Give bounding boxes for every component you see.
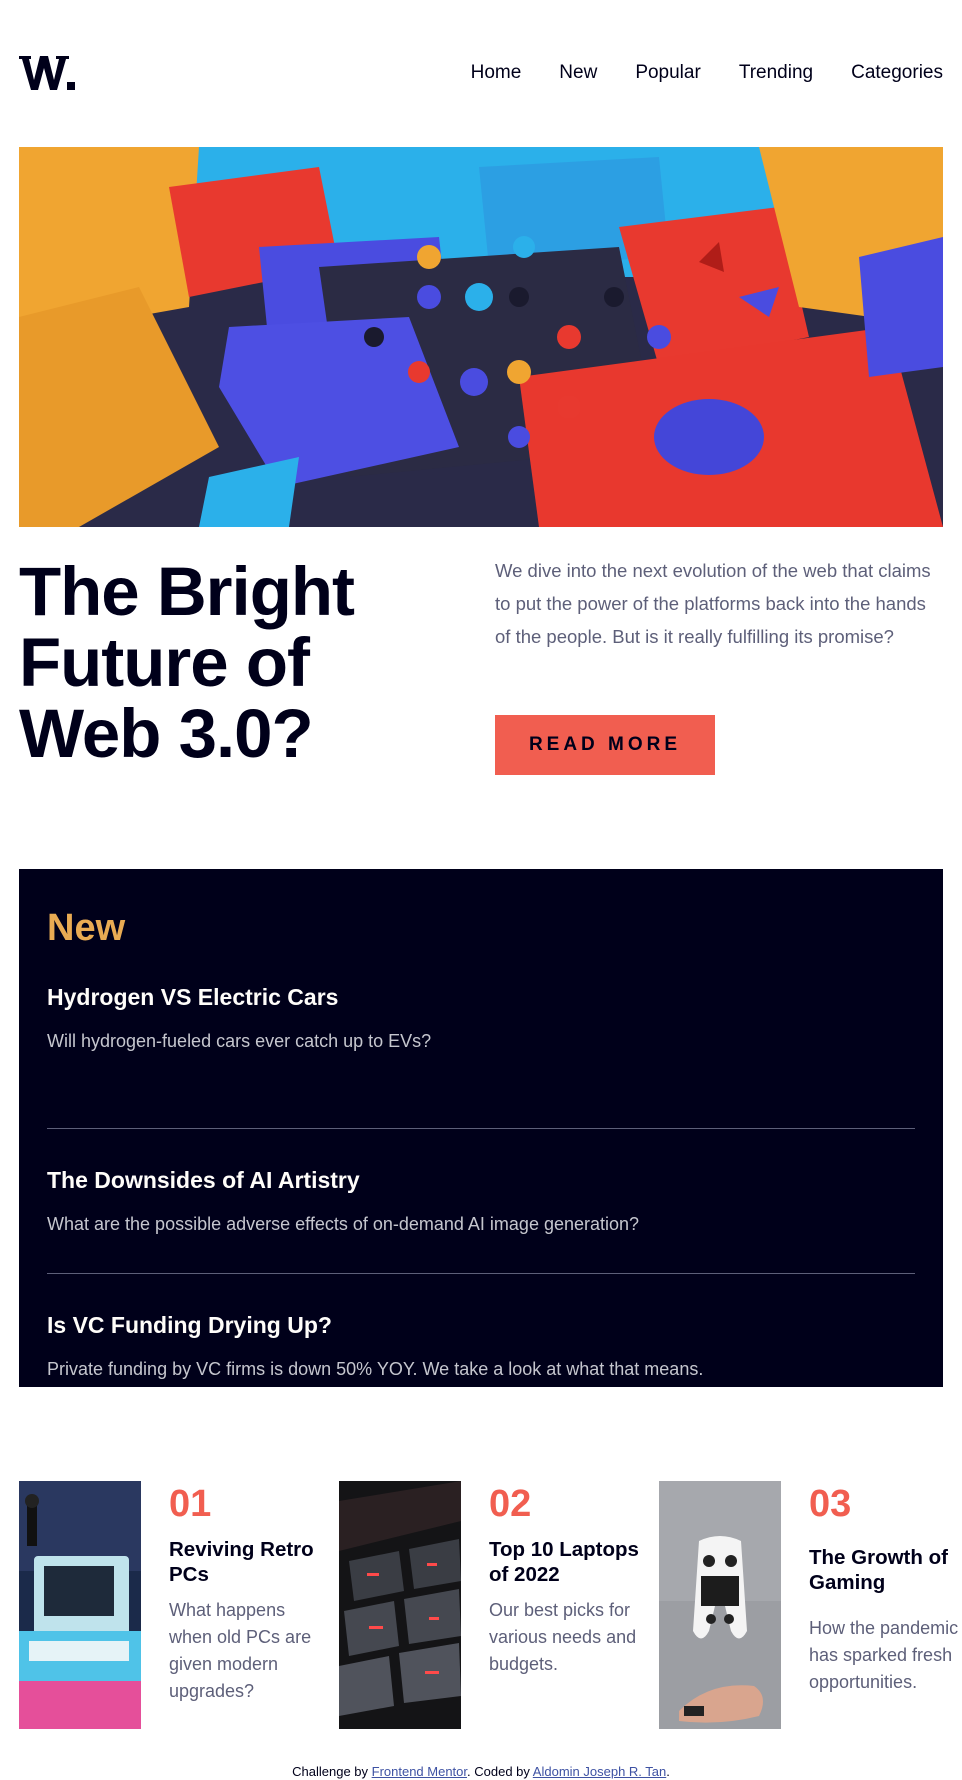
card-title[interactable]: Top 10 Laptops of 2022 [489,1537,639,1587]
site-header: Home New Popular Trending Categories [19,44,943,104]
card-title[interactable]: The Growth of Gaming [809,1545,959,1595]
new-item-description: Will hydrogen-fueled cars ever catch up … [47,1031,432,1051]
card: 01 Reviving Retro PCs What happens when … [19,1481,319,1729]
author-link[interactable]: Aldomin Joseph R. Tan [533,1764,666,1779]
new-item-description: What are the possible adverse effects of… [47,1214,640,1234]
card: 03 The Growth of Gaming How the pandemic… [659,1481,959,1729]
new-item: The Downsides of AI Artistry What are th… [47,1129,915,1274]
new-panel: New Hydrogen VS Electric Cars Will hydro… [19,869,943,1387]
new-item: Hydrogen VS Electric Cars Will hydrogen-… [47,984,915,1129]
attribution-footer: Challenge by Frontend Mentor. Coded by A… [0,1764,962,1779]
logo-icon[interactable] [19,52,77,92]
card-title[interactable]: Reviving Retro PCs [169,1537,319,1587]
read-more-button[interactable]: READ MORE [495,715,715,775]
card-description: What happens when old PCs are given mode… [169,1600,312,1701]
new-item-title[interactable]: Is VC Funding Drying Up? [47,1312,915,1339]
new-heading: New [47,907,126,949]
hero-title: The Bright Future of Web 3.0? [19,553,355,772]
new-item-title[interactable]: The Downsides of AI Artistry [47,1167,915,1194]
nav-new[interactable]: New [559,62,597,84]
card-number: 02 [489,1483,532,1525]
card-description: Our best picks for various needs and bud… [489,1600,637,1674]
card-number: 03 [809,1483,852,1525]
nav-home[interactable]: Home [471,62,522,84]
main-nav: Home New Popular Trending Categories [471,62,943,84]
frontend-mentor-link[interactable]: Frontend Mentor [372,1764,467,1779]
footer-prefix: Challenge by [292,1764,372,1779]
nav-categories[interactable]: Categories [851,62,943,84]
footer-middle: . Coded by [467,1764,533,1779]
card: 02 Top 10 Laptops of 2022 Our best picks… [339,1481,639,1729]
nav-popular[interactable]: Popular [635,62,701,84]
new-item: Is VC Funding Drying Up? Private funding… [47,1274,915,1419]
new-item-description: Private funding by VC firms is down 50% … [47,1359,704,1379]
retro-pc-image [19,1481,141,1729]
laptop-keyboard-image [339,1481,461,1729]
nav-trending[interactable]: Trending [739,62,813,84]
hero-image [19,147,943,527]
new-item-title[interactable]: Hydrogen VS Electric Cars [47,984,915,1011]
game-controller-image [659,1481,781,1729]
hero-description: We dive into the next evolution of the w… [495,560,931,647]
numbered-cards: 01 Reviving Retro PCs What happens when … [19,1481,958,1729]
footer-suffix: . [666,1764,670,1779]
card-description: How the pandemic has sparked fresh oppor… [809,1618,959,1692]
card-number: 01 [169,1483,212,1525]
